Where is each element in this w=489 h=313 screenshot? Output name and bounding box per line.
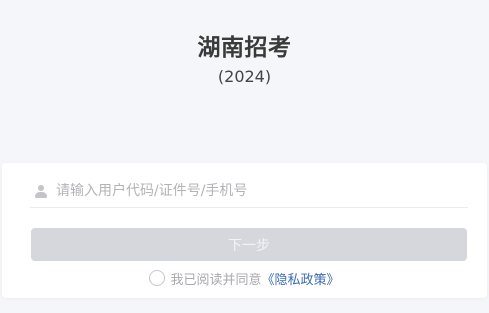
login-card: 下一步 我已阅读并同意 《隐私政策》 bbox=[2, 163, 487, 298]
account-input[interactable] bbox=[56, 177, 468, 205]
app-title: 湖南招考 bbox=[197, 35, 292, 61]
agree-checkbox[interactable] bbox=[149, 270, 166, 286]
app-year: (2024) bbox=[217, 67, 272, 86]
account-input-row bbox=[30, 175, 468, 208]
privacy-policy-link[interactable]: 《隐私政策》 bbox=[262, 269, 340, 288]
next-step-button[interactable]: 下一步 bbox=[31, 228, 467, 261]
user-icon bbox=[34, 184, 48, 198]
privacy-agreement: 我已阅读并同意 《隐私政策》 bbox=[2, 268, 487, 288]
app-header: 湖南招考 (2024) bbox=[0, 0, 489, 163]
agreement-text: 我已阅读并同意 bbox=[170, 272, 262, 288]
